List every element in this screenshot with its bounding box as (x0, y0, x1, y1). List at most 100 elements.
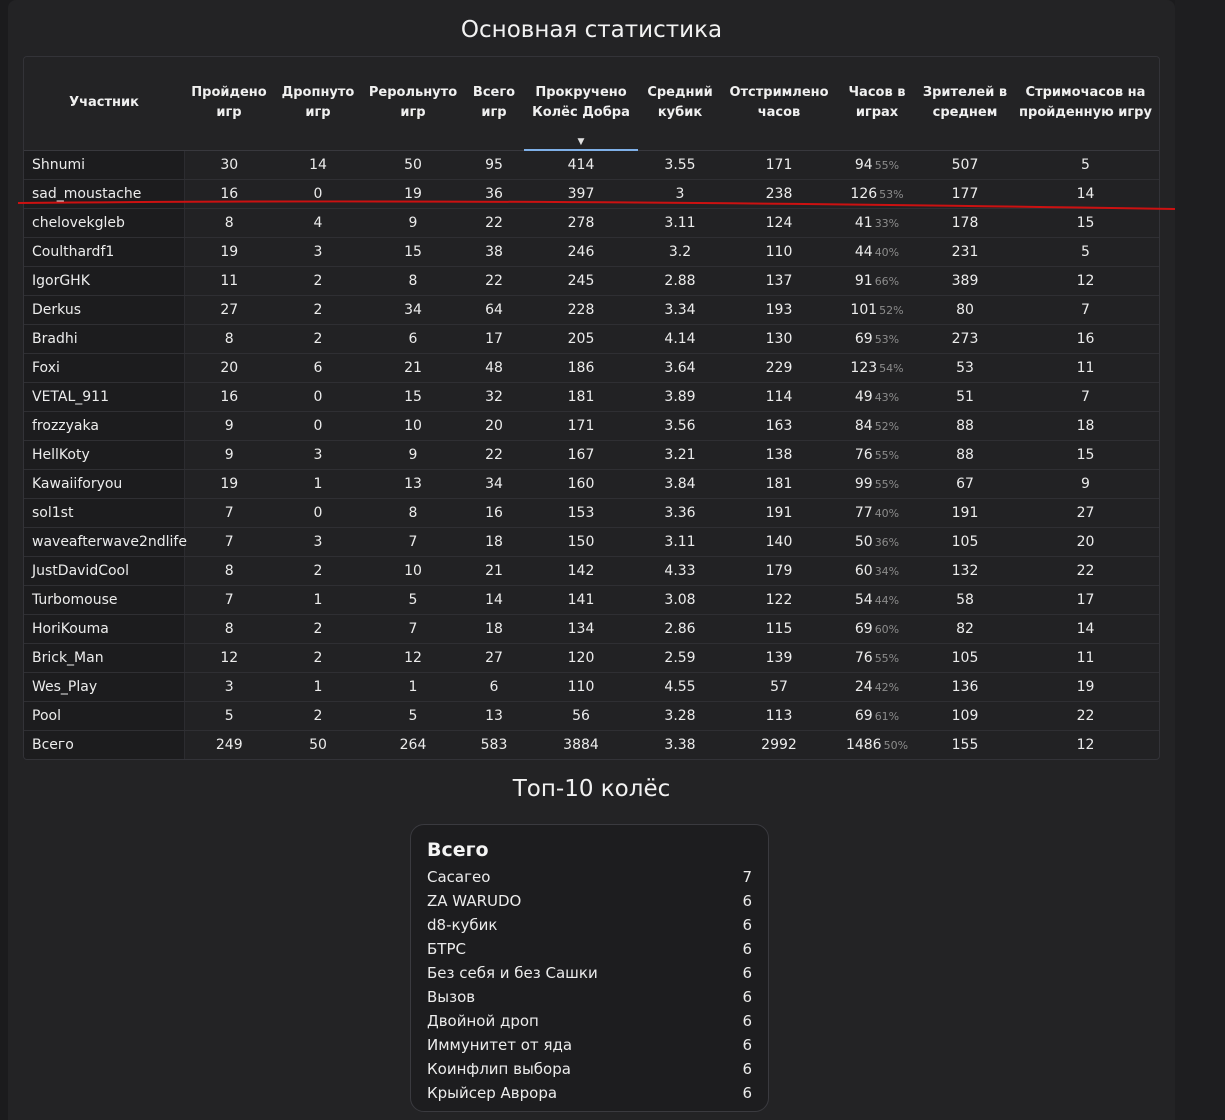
cell-viewers: 178 (918, 208, 1012, 238)
cell-wheels: 181 (524, 382, 638, 412)
cell-wheels: 3884 (524, 731, 638, 760)
cell-rerolled: 19 (362, 179, 464, 209)
column-header-9[interactable]: Зрителей в среднем (918, 57, 1012, 151)
cell-dropped: 2 (274, 324, 362, 354)
cell-completed: 5 (184, 701, 274, 731)
cell-value: 105 (951, 534, 979, 550)
top10-item-label: ZA WARUDO (427, 892, 522, 910)
column-header-7[interactable]: Отстримлено часов (722, 57, 836, 151)
cell-value: 41 (854, 215, 873, 231)
cell-streamed: 124 (722, 208, 836, 238)
cell-per-game: 12 (1012, 266, 1159, 296)
column-header-8[interactable]: Часов в играх (836, 57, 918, 151)
cell-streamed: 229 (722, 353, 836, 383)
cell-value: 13 (404, 476, 422, 492)
cell-viewers: 177 (918, 179, 1012, 209)
cell-value: 10 (404, 418, 422, 434)
cell-completed: 30 (184, 150, 274, 180)
cell-value: 50 (854, 534, 873, 550)
column-header-3[interactable]: Рерольнуто игр (362, 57, 464, 151)
game-hours-percent: 44% (874, 594, 900, 607)
table-row: JustDavidCool 8 2 10 21 142 4.33 179 60 34% 132 22 (24, 556, 1159, 586)
cell-value: 137 (765, 273, 793, 289)
cell-value: 80 (956, 302, 974, 318)
table-row: HellKoty 9 3 9 22 167 3.21 138 76 55% 88 15 (24, 440, 1159, 470)
top10-item-count: 6 (742, 1060, 752, 1078)
column-header-2[interactable]: Дропнуто игр (274, 57, 362, 151)
cell-rerolled: 7 (362, 614, 464, 644)
participant-name: HellKoty (24, 440, 185, 470)
cell-value: 16 (220, 389, 239, 405)
cell-wheels: 171 (524, 411, 638, 441)
cell-value: 88 (956, 418, 974, 434)
cell-dropped: 50 (274, 731, 362, 760)
cell-rerolled: 9 (362, 208, 464, 238)
cell-total: 18 (464, 614, 524, 644)
cell-streamed: 139 (722, 643, 836, 673)
cell-value: 44 (854, 244, 873, 260)
cell-value: 3.56 (664, 418, 696, 434)
game-hours-percent: 43% (874, 391, 900, 404)
cell-value: 101 (850, 302, 878, 318)
game-hours-percent: 52% (879, 304, 904, 317)
cell-value: 19 (220, 476, 239, 492)
cell-completed: 7 (184, 498, 274, 528)
cell-value: 238 (765, 186, 793, 202)
cell-value: 8 (224, 621, 234, 637)
cell-value: 4 (313, 215, 323, 231)
cell-value: 3 (224, 679, 234, 695)
cell-rerolled: 34 (362, 295, 464, 325)
cell-total: 20 (464, 411, 524, 441)
table-row: Coulthardf1 19 3 15 38 246 3.2 110 44 40% 231 5 (24, 237, 1159, 267)
cell-value: 3 (313, 244, 323, 260)
column-header-6[interactable]: Средний кубик (638, 57, 722, 151)
column-header-label: Прокручено Колёс Добра (532, 85, 630, 120)
cell-value: 122 (765, 592, 793, 608)
game-hours-percent: 50% (883, 739, 909, 752)
cell-value: 15 (404, 389, 422, 405)
cell-value: 22 (1076, 708, 1095, 724)
cell-viewers: 67 (918, 469, 1012, 499)
cell-per-game: 18 (1012, 411, 1159, 441)
cell-dropped: 1 (274, 469, 362, 499)
cell-value: 2 (313, 331, 323, 347)
cell-streamed: 130 (722, 324, 836, 354)
cell-value: 27 (485, 650, 503, 666)
cell-value: 140 (765, 534, 793, 550)
top10-item-label: Вызов (427, 988, 476, 1006)
cell-streamed: 114 (722, 382, 836, 412)
cell-streamed: 2992 (722, 731, 836, 760)
cell-dropped: 0 (274, 498, 362, 528)
cell-value: 205 (567, 331, 595, 347)
column-header-5[interactable]: Прокручено Колёс Добра ▼ (524, 57, 638, 151)
cell-value: 8 (224, 563, 234, 579)
cell-dice: 3.21 (638, 440, 722, 470)
column-header-10[interactable]: Стримочасов на пройденную игру (1012, 57, 1159, 151)
cell-total: 22 (464, 266, 524, 296)
cell-value: 11 (220, 273, 239, 289)
cell-viewers: 136 (918, 672, 1012, 702)
cell-value: 397 (567, 186, 595, 202)
column-header-4[interactable]: Всего игр (464, 57, 524, 151)
cell-per-game: 14 (1012, 614, 1159, 644)
cell-value: 21 (485, 563, 503, 579)
cell-value: 32 (485, 389, 503, 405)
cell-value: 53 (956, 360, 974, 376)
cell-dropped: 2 (274, 643, 362, 673)
cell-value: Coulthardf1 (32, 244, 115, 260)
cell-per-game: 19 (1012, 672, 1159, 702)
cell-completed: 12 (184, 643, 274, 673)
cell-rerolled: 7 (362, 527, 464, 557)
cell-value: sol1st (32, 505, 74, 521)
cell-dropped: 2 (274, 701, 362, 731)
cell-value: 0 (313, 389, 323, 405)
column-header-label: Пройдено игр (191, 85, 267, 121)
cell-game-hours: 1486 50% (836, 731, 918, 760)
column-header-0[interactable]: Участник (24, 57, 184, 151)
column-header-1[interactable]: Пройдено игр (184, 57, 274, 151)
top10-card-title: Всего (427, 839, 489, 861)
cell-total: 14 (464, 585, 524, 615)
cell-value: 3.89 (664, 389, 696, 405)
cell-value: 20 (1076, 534, 1095, 550)
cell-value: 17 (1076, 592, 1095, 608)
